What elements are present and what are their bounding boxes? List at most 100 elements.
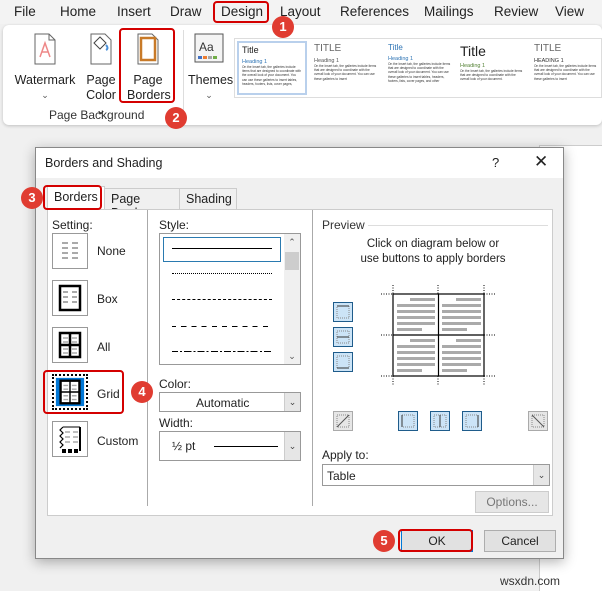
setting-box-label[interactable]: Box [97,292,118,306]
paint-bucket-icon [90,33,112,65]
design-highlight [213,1,269,23]
box-border-icon [58,284,82,312]
inside-vertical-border-button[interactable] [430,411,450,431]
menu-references[interactable]: References [340,4,409,19]
page-borders-highlight [119,28,175,103]
preview-hint: Click on diagram below or use buttons to… [360,238,506,265]
color-dropdown[interactable]: Automatic ⌄ [159,392,301,412]
preview-rule [368,225,548,226]
group-page-background: Page Background [49,108,145,122]
apply-to-dropdown[interactable]: Table ⌄ [322,464,550,486]
style-set-2[interactable]: TITLE Heading 1 On the Insert tab, the g… [311,41,381,95]
width-line-sample [214,446,278,447]
dialog-titlebar: Borders and Shading ? ✕ [36,148,563,178]
menu-mailings[interactable]: Mailings [424,4,474,19]
inside-vertical-border-icon [433,414,447,428]
inside-horizontal-border-button[interactable] [333,327,353,347]
divider-left [147,210,148,506]
themes-icon: Aa [194,33,224,63]
watermark-icon [34,33,56,65]
preview-label: Preview [322,218,365,232]
grid-setting-highlight [43,370,124,414]
top-border-icon [336,305,350,319]
setting-all-label[interactable]: All [97,340,110,354]
step-badge-3: 3 [21,187,43,209]
style-set-4[interactable]: Title Heading 1 On the Insert tab, the g… [457,41,527,95]
tab-page-border[interactable]: Page Border [104,188,180,220]
step-badge-4: 4 [131,381,153,403]
setting-custom-label[interactable]: Custom [97,434,138,448]
scroll-up-icon[interactable]: ⌃ [284,237,300,248]
borders-and-shading-dialog: Borders and Shading ? ✕ Borders Page Bor… [35,147,564,559]
borders-tab-panel: Setting: None Box All Grid Custom Style: [47,209,553,516]
step-badge-2: 2 [165,107,187,129]
setting-box-button[interactable] [52,280,88,316]
none-border-icon [62,242,78,259]
chevron-down-icon[interactable]: ⌄ [533,465,549,485]
step-badge-5: 5 [373,530,395,552]
style-dashed[interactable] [172,299,272,300]
style-selected [163,237,281,262]
watermark-button[interactable]: Watermark ⌄ [13,33,77,103]
style-set-1[interactable]: Title Heading 1 On the Insert tab, the g… [237,41,307,95]
inside-horizontal-border-icon [336,330,350,344]
menu-bar: File Home Insert Draw Design Layout Refe… [0,0,602,24]
borders-tab-highlight [43,185,102,210]
cancel-button[interactable]: Cancel [484,530,556,552]
menu-draw[interactable]: Draw [170,4,202,19]
style-label: Style: [159,218,190,232]
menu-review[interactable]: Review [494,4,538,19]
scroll-thumb[interactable] [285,252,299,270]
style-solid[interactable] [172,248,272,249]
width-dropdown[interactable]: ½ pt ⌄ [159,431,301,461]
svg-text:Aa: Aa [199,40,214,54]
diagonal-down-icon [531,414,545,428]
style-set-3[interactable]: Title Heading 1 On the Insert tab, the g… [385,41,455,95]
preview-diagram[interactable] [381,285,496,385]
style-dash-dot[interactable] [172,351,272,352]
ok-button-highlight [398,529,473,552]
themes-button[interactable]: Aa Themes ⌄ [188,33,233,103]
options-button[interactable]: Options... [475,491,549,513]
diagonal-down-border-button[interactable] [528,411,548,431]
border-style-list[interactable]: ⌃ ⌄ [159,233,301,365]
tab-shading[interactable]: Shading [179,188,237,210]
left-border-button[interactable] [398,411,418,431]
setting-all-button[interactable] [52,327,88,363]
watermark-text: wsxdn.com [500,574,561,588]
left-border-icon [401,414,415,428]
bottom-border-icon [336,355,350,369]
apply-to-label: Apply to: [322,448,369,462]
menu-insert[interactable]: Insert [117,4,151,19]
scroll-down-icon[interactable]: ⌄ [284,351,300,362]
page-color-button[interactable]: Page Color ⌄ [83,33,119,118]
close-button[interactable]: ✕ [534,152,548,172]
menu-view[interactable]: View [555,4,584,19]
style-scrollbar[interactable]: ⌃ ⌄ [284,234,300,364]
ribbon-separator [183,30,184,120]
style-gallery: Title Heading 1 On the Insert tab, the g… [234,38,602,98]
step-badge-1: 1 [272,16,294,38]
diagonal-up-border-button[interactable] [333,411,353,431]
setting-label: Setting: [52,218,93,232]
color-label: Color: [159,377,192,391]
style-long-dash[interactable] [172,326,272,327]
right-border-icon [465,414,479,428]
setting-custom-button[interactable] [52,421,88,457]
bottom-border-button[interactable] [333,352,353,372]
help-button[interactable]: ? [492,155,499,170]
dialog-title: Borders and Shading [45,156,163,170]
setting-none-button[interactable] [52,233,88,269]
custom-borders-icon [59,426,81,453]
right-border-button[interactable] [462,411,482,431]
menu-file[interactable]: File [14,4,36,19]
chevron-down-icon[interactable]: ⌄ [284,432,300,460]
style-dotted[interactable] [172,273,272,274]
diagonal-up-icon [336,414,350,428]
menu-home[interactable]: Home [60,4,96,19]
width-label: Width: [159,416,194,430]
top-border-button[interactable] [333,302,353,322]
style-set-5[interactable]: TITLE HEADING 1 On the Insert tab, the g… [531,41,601,95]
setting-none-label[interactable]: None [97,244,126,258]
chevron-down-icon[interactable]: ⌄ [284,393,300,411]
